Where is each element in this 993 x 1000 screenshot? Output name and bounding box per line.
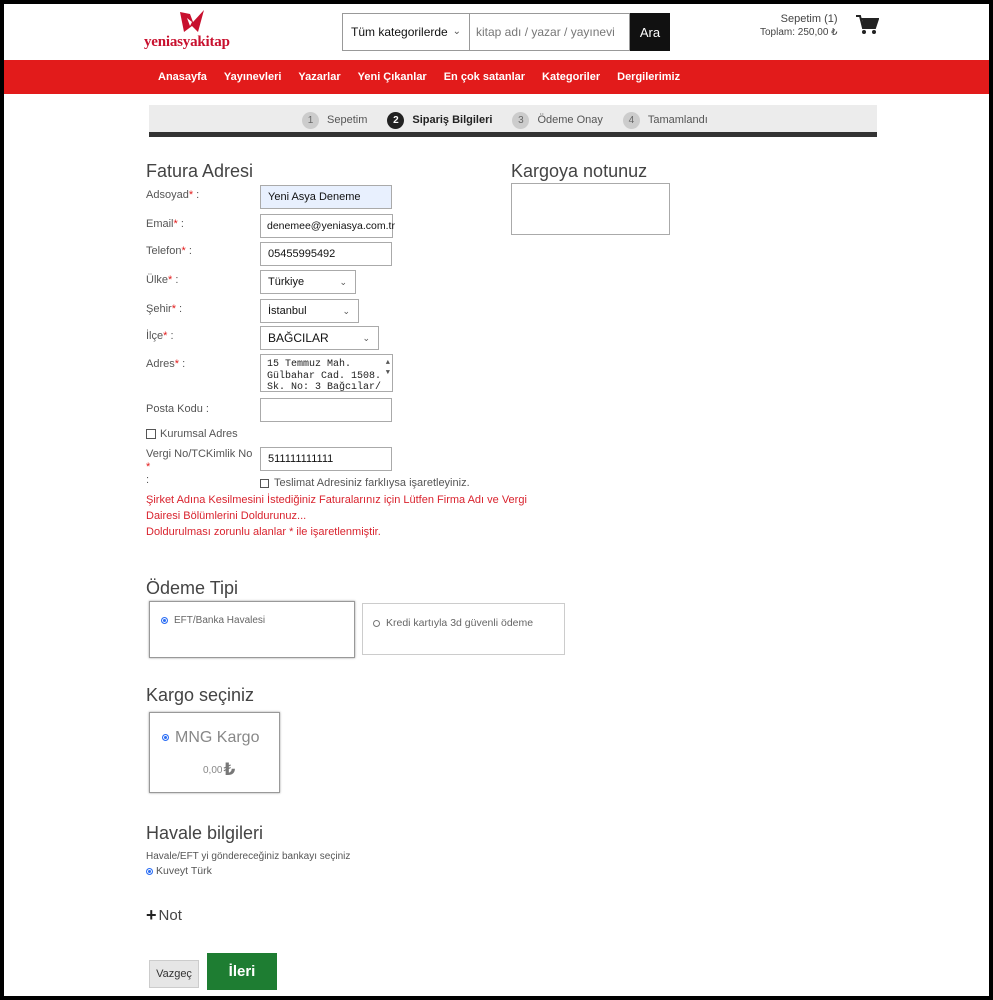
invoice-note: Şirket Adına Kesilmesini İstediğiniz Fat… — [146, 492, 527, 540]
note-toggle[interactable]: + Not — [146, 905, 182, 926]
country-select-value: Türkiye — [268, 276, 305, 288]
nav-item-3[interactable]: Yazarlar — [298, 71, 340, 83]
step-number: 2 — [387, 111, 405, 129]
shipping-diff-checkbox[interactable] — [260, 478, 269, 488]
fullname-input[interactable]: Yeni Asya Deneme — [260, 185, 392, 209]
step-label: Tamamlandı — [647, 114, 708, 126]
bank-kuveyt-label: Kuveyt Türk — [156, 865, 212, 877]
corporate-checkbox[interactable] — [146, 429, 156, 439]
nav-item-1[interactable]: Anasayfa — [158, 71, 207, 83]
phone-label: Telefon* : — [146, 245, 192, 257]
country-label: Ülke* : — [146, 274, 179, 286]
logo-text: yeniasyakitap — [144, 34, 230, 50]
next-button[interactable]: İleri — [207, 953, 277, 990]
step-label: Sepetim — [327, 114, 368, 126]
taxid-input[interactable]: 511111111111 — [260, 447, 392, 471]
postal-input[interactable] — [260, 398, 392, 422]
note-toggle-label: Not — [158, 907, 182, 924]
chevron-down-icon: ⌄ — [342, 306, 350, 316]
district-label: İlçe* : — [146, 330, 174, 342]
chevron-down-icon: ⌄ — [452, 26, 461, 37]
cargo-mng-label: MNG Kargo — [175, 729, 260, 746]
taxid-label: Vergi No/TCKimlik No *: — [146, 448, 253, 486]
search-bar: Tüm kategorilerde ⌄ kitap adı / yazar / … — [342, 13, 670, 51]
cargo-note-title: Kargoya notunuz — [511, 161, 648, 181]
city-select-value: İstanbul — [268, 305, 307, 317]
payment-card-label: Kredi kartıyla 3d güvenli ödeme — [386, 617, 534, 629]
nav-item-5[interactable]: En çok satanlar — [444, 71, 525, 83]
shipping-diff-row[interactable]: Teslimat Adresiniz farklıysa işaretleyin… — [260, 477, 470, 489]
fullname-label: Adsoyad* : — [146, 189, 200, 201]
corporate-checkbox-row[interactable]: Kurumsal Adres — [146, 428, 238, 440]
invoice-note-line2: Dairesi Bölümlerini Doldurunuz... — [146, 510, 307, 522]
payment-eft-label: EFT/Banka Havalesi — [174, 615, 266, 626]
district-select[interactable]: BAĞCILAR ⌄ — [260, 326, 379, 350]
step-number: 3 — [512, 111, 530, 129]
chevron-down-icon: ⌄ — [339, 277, 347, 287]
bank-kuveyt-radio[interactable] — [146, 867, 153, 875]
search-button[interactable]: Ara — [630, 13, 670, 51]
search-input[interactable]: kitap adı / yazar / yayınevi — [470, 13, 630, 51]
invoice-title: Fatura Adresi — [146, 161, 254, 181]
transfer-instruction: Havale/EFT yi göndereceğiniz bankayı seç… — [146, 851, 351, 862]
email-label: Email* : — [146, 218, 184, 230]
shopping-cart-icon[interactable] — [855, 14, 879, 36]
invoice-note-line3: Doldurulması zorunlu alanlar * ile işare… — [146, 526, 381, 538]
step-label: Sipariş Bilgileri — [412, 114, 493, 126]
plus-icon: + — [146, 905, 157, 925]
checkout-steps: 1 Sepetim 2 Sipariş Bilgileri 3 Ödeme Onay 4 Ta… — [149, 105, 877, 137]
category-select-value: Tüm kategorilerde — [351, 25, 448, 39]
nav-item-6[interactable]: Kategoriler — [542, 71, 600, 83]
postal-label: Posta Kodu : — [146, 403, 209, 415]
address-line-3: Sk. No: 3 Bağcılar/ — [267, 382, 382, 392]
bank-option-kuveyt[interactable]: Kuveyt Türk — [146, 865, 212, 877]
category-select[interactable]: Tüm kategorilerde ⌄ — [342, 13, 470, 51]
invoice-note-line1: Şirket Adına Kesilmesini İstediğiniz Fat… — [146, 494, 527, 506]
country-select[interactable]: Türkiye ⌄ — [260, 270, 356, 294]
phone-input[interactable]: 05455995492 — [260, 242, 392, 266]
chevron-down-icon: ⌄ — [362, 333, 370, 343]
cart-total: Toplam: 250,00 ₺ — [760, 27, 838, 38]
nav-item-4[interactable]: Yeni Çıkanlar — [358, 71, 427, 83]
transfer-title: Havale bilgileri — [146, 823, 264, 843]
cargo-mng-price: 0,00 — [203, 764, 223, 776]
site-logo[interactable]: yeniasyakitap — [144, 10, 254, 50]
cargo-mng-radio[interactable] — [162, 734, 169, 742]
corporate-label: Kurumsal Adres — [160, 428, 238, 440]
lira-icon: ₺ — [223, 760, 236, 779]
step-2: 2 Sipariş Bilgileri — [387, 111, 493, 129]
logo-mark-icon — [180, 10, 204, 32]
payment-title: Ödeme Tipi — [146, 578, 239, 598]
cart-label: Sepetim (1) — [780, 13, 838, 25]
step-4: 4 Tamamlandı — [622, 111, 708, 129]
shipping-diff-label: Teslimat Adresiniz farklıysa işaretleyin… — [274, 477, 470, 489]
address-label: Adres* : — [146, 358, 186, 370]
address-line-1: 15 Temmuz Mah. — [267, 359, 352, 370]
cargo-option-mng[interactable]: MNG Kargo 0,00 ₺ — [149, 712, 280, 793]
nav-item-7[interactable]: Dergilerimiz — [617, 71, 680, 83]
step-number: 4 — [622, 111, 640, 129]
step-3: 3 Ödeme Onay — [512, 111, 603, 129]
payment-option-eft[interactable]: EFT/Banka Havalesi — [149, 601, 355, 658]
cart-summary[interactable]: Sepetim (1) Toplam: 250,00 ₺ — [760, 12, 838, 40]
city-label: Şehir* : — [146, 303, 183, 315]
step-number: 1 — [302, 111, 319, 129]
search-placeholder: kitap adı / yazar / yayınevi — [476, 25, 615, 39]
payment-card-radio[interactable] — [373, 619, 380, 627]
cancel-button[interactable]: Vazgeç — [149, 960, 199, 988]
page: yeniasyakitap Tüm kategorilerde ⌄ kitap … — [4, 4, 989, 996]
address-textarea[interactable]: 15 Temmuz Mah. Gülbahar Cad. 1508. Sk. N… — [260, 354, 393, 392]
step-label: Ödeme Onay — [537, 114, 603, 126]
nav-item-2[interactable]: Yayınevleri — [224, 71, 282, 83]
cargo-title: Kargo seçiniz — [146, 685, 255, 705]
step-1: 1 Sepetim — [302, 111, 368, 129]
scroll-down-icon[interactable]: ▼ — [386, 367, 390, 379]
payment-eft-radio[interactable] — [161, 616, 168, 624]
email-input[interactable]: denemee@yeniasya.com.tr — [260, 214, 395, 238]
payment-option-card[interactable]: Kredi kartıyla 3d güvenli ödeme — [362, 603, 565, 655]
city-select[interactable]: İstanbul ⌄ — [260, 299, 359, 323]
cargo-note-textarea[interactable] — [511, 183, 670, 235]
district-select-value: BAĞCILAR — [268, 331, 329, 345]
main-nav: Anasayfa Yayınevleri Yazarlar Yeni Çıkanlar… — [4, 60, 989, 94]
